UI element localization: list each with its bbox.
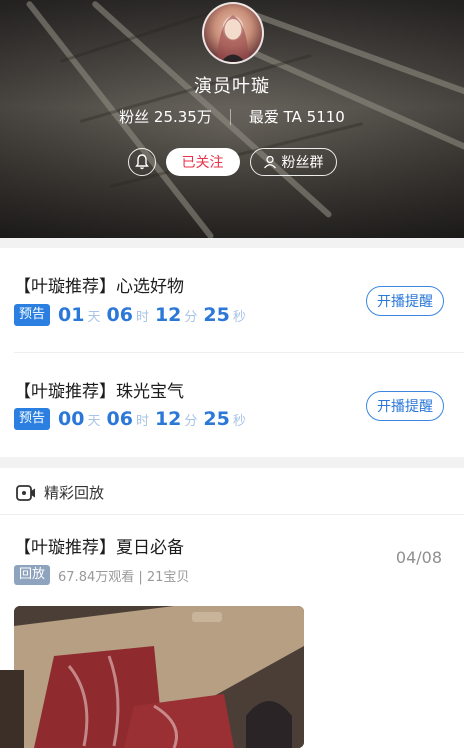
seconds-unit: 秒 — [232, 310, 246, 325]
section-gap — [0, 238, 464, 248]
countdown-days: 01 — [58, 304, 85, 326]
replay-date: 04/08 — [395, 548, 442, 567]
follow-button[interactable]: 已关注 — [165, 148, 240, 176]
replay-thumbnail[interactable] — [14, 606, 304, 748]
countdown: 预告 01 天 06 时 12 分 25 秒 — [14, 304, 252, 326]
replay-section-title: 精彩回放 — [44, 484, 105, 502]
header-actions: 已关注 粉丝群 — [0, 148, 464, 176]
days-unit: 天 — [87, 414, 101, 429]
countdown-hours: 06 — [106, 408, 133, 430]
remind-button[interactable]: 开播提醒 — [366, 391, 444, 421]
host-stats: 粉丝 25.35万 最爱 TA 5110 — [0, 106, 464, 127]
hours-unit: 时 — [135, 310, 149, 325]
replay-meta-row: 回放 67.84万观看 | 21宝贝 — [14, 565, 189, 585]
countdown: 预告 00 天 06 时 12 分 25 秒 — [14, 408, 252, 430]
replay-meta: 67.84万观看 | 21宝贝 — [58, 569, 190, 585]
fans-group-button[interactable]: 粉丝群 — [249, 148, 337, 176]
fans-count: 粉丝 25.35万 — [119, 108, 212, 126]
love-count: 最爱 TA 5110 — [248, 108, 345, 126]
live-title: 【叶璇推荐】心选好物 — [14, 277, 184, 297]
live-title: 【叶璇推荐】珠光宝气 — [14, 382, 184, 402]
host-name: 演员叶璇 — [194, 76, 270, 97]
video-replay-icon — [16, 484, 35, 501]
upcoming-live-card[interactable]: 【叶璇推荐】心选好物 预告 01 天 06 时 12 分 25 秒 开播提醒 — [0, 248, 464, 352]
fans-group-label: 粉丝群 — [281, 155, 324, 171]
host-header: 演员叶璇 粉丝 25.35万 最爱 TA 5110 已关注 粉丝群 — [0, 0, 464, 238]
preview-tag: 预告 — [14, 304, 51, 326]
countdown-seconds: 25 — [203, 304, 230, 326]
countdown-minutes: 12 — [154, 304, 182, 326]
days-unit: 天 — [87, 310, 101, 325]
section-gap — [0, 457, 464, 468]
countdown-seconds: 25 — [203, 408, 230, 430]
replay-title[interactable]: 【叶璇推荐】夏日必备 — [14, 533, 184, 558]
minutes-unit: 分 — [184, 414, 198, 429]
left-edge-strip — [0, 670, 24, 748]
remind-button[interactable]: 开播提醒 — [366, 286, 444, 316]
bell-icon — [134, 154, 149, 170]
notify-button[interactable] — [127, 148, 156, 176]
hours-unit: 时 — [135, 414, 149, 429]
replay-section-header: 精彩回放 — [16, 482, 104, 503]
section-divider — [0, 514, 464, 515]
seconds-unit: 秒 — [232, 414, 246, 429]
countdown-days: 00 — [58, 408, 85, 430]
upcoming-live-card[interactable]: 【叶璇推荐】珠光宝气 预告 00 天 06 时 12 分 25 秒 开播提醒 — [0, 353, 464, 457]
minutes-unit: 分 — [184, 310, 198, 325]
preview-tag: 预告 — [14, 408, 51, 430]
replay-tag: 回放 — [14, 565, 51, 585]
countdown-minutes: 12 — [154, 408, 182, 430]
avatar[interactable] — [202, 2, 264, 64]
people-icon — [263, 155, 276, 169]
stats-divider — [229, 108, 231, 125]
countdown-hours: 06 — [106, 304, 133, 326]
